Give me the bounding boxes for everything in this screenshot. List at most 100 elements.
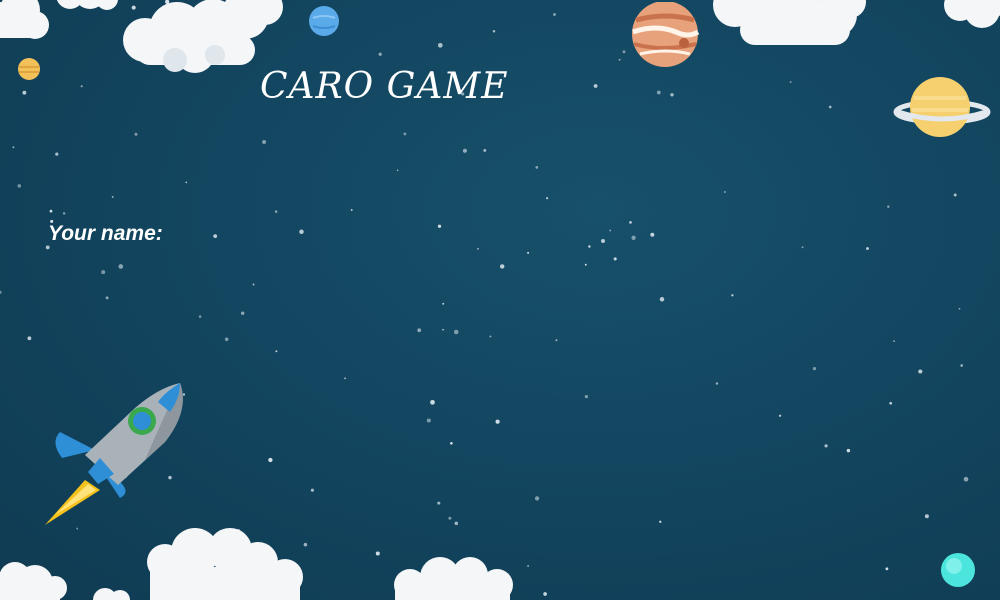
cloud-icon [713,0,866,45]
game-title: CARO GAME [260,66,509,107]
star-icon [198,315,202,318]
star-icon [622,50,626,54]
star-icon [101,270,106,275]
star-icon [918,369,923,374]
star-icon [613,257,617,261]
star-icon [535,166,539,169]
star-icon [80,85,83,88]
star-icon [17,184,22,188]
star-icon [724,191,726,193]
star-icon [534,496,540,501]
planet-icon [941,553,975,587]
star-icon [527,251,530,254]
star-icon [0,290,2,294]
star-icon [866,247,869,250]
star-icon [213,234,218,239]
star-icon [958,307,961,310]
star-icon [430,399,435,405]
star-icon [584,263,587,266]
star-icon [310,488,314,492]
star-icon [454,521,459,526]
star-icon [437,224,442,228]
star-icon [437,42,443,48]
star-icon [442,328,444,331]
star-icon [453,329,459,335]
star-icon [555,339,558,342]
star-icon [631,235,636,240]
cloud-icon [944,0,1000,28]
star-icon [299,229,304,235]
game-screen: CARO GAME Your name: [0,0,1000,600]
star-icon [426,418,431,423]
star-icon [111,195,114,198]
star-icon [609,229,612,232]
star-icon [274,210,278,213]
star-icon [252,283,255,286]
star-icon [118,264,124,269]
star-icon [629,221,632,224]
star-icon [659,520,662,523]
star-icon [893,340,896,343]
star-icon [268,457,273,463]
star-icon [437,501,441,505]
cloud-icon [394,557,513,600]
star-icon [924,514,929,519]
star-icon [495,419,500,424]
rocket-icon [45,383,183,525]
star-icon [448,516,452,520]
star-icon [618,58,621,61]
star-icon [396,169,399,172]
star-icon [403,132,407,136]
star-icon [885,567,889,571]
saturn-icon [893,77,991,137]
star-icon [846,448,851,453]
star-icon [492,29,496,33]
star-icon [105,296,109,300]
star-icon [344,377,347,380]
star-icon [960,364,964,367]
star-icon [659,297,665,302]
star-icon [262,140,267,144]
star-icon [378,52,382,56]
star-icon [670,93,674,97]
star-icon [778,414,782,417]
star-icon [45,245,50,250]
star-icon [553,13,556,16]
star-icon [801,246,804,249]
star-icon [650,232,655,237]
cloud-icon [56,0,118,10]
star-icon [462,148,467,153]
star-icon [828,105,832,109]
star-icon [375,551,380,556]
cloud-icon [0,562,67,600]
star-icon [715,382,719,385]
star-icon [224,337,229,342]
star-icon [546,197,549,200]
star-icon [731,294,734,297]
star-icon [889,401,893,405]
star-icon [450,441,453,445]
star-icon [812,366,817,371]
star-icon [600,238,606,244]
star-icon [584,395,588,399]
planet-icon [18,58,40,80]
star-icon [656,90,661,95]
star-icon [12,146,15,149]
star-icon [62,212,66,215]
star-icon [22,90,27,95]
star-icon [275,350,278,353]
player-name-label: Your name: [48,222,163,245]
star-icon [350,209,353,211]
star-icon [789,80,792,84]
star-icon [887,205,890,208]
star-icon [953,193,957,197]
star-icon [27,336,32,341]
star-icon [543,592,547,596]
star-icon [185,181,188,184]
cloud-icon [147,528,303,600]
star-icon [442,302,445,305]
star-icon [527,564,530,567]
star-icon [489,335,492,338]
star-icon [499,264,505,269]
star-icon [240,311,245,315]
